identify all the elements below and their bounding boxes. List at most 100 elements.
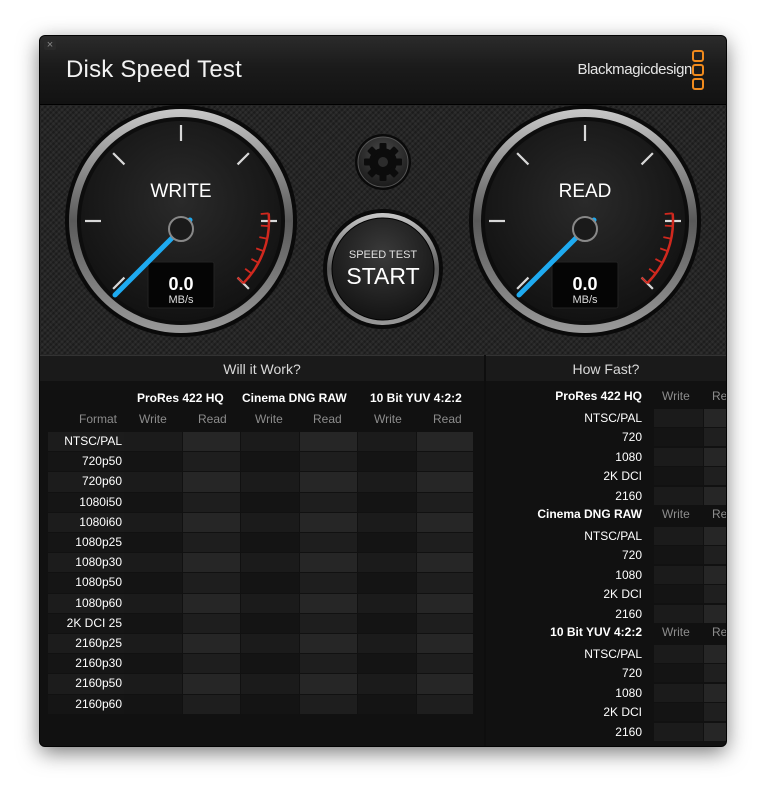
yuv-read-label: Read <box>433 412 462 426</box>
result-cell <box>183 553 240 573</box>
how-fast-cell <box>654 604 703 623</box>
result-cell <box>124 654 182 674</box>
format-row-label: 1080p25 <box>48 533 124 553</box>
dng-write-label: Write <box>255 412 283 426</box>
result-cell <box>183 613 240 633</box>
result-cell <box>241 674 299 694</box>
format-row-label: 1080p30 <box>48 553 124 573</box>
how-fast-cell <box>704 585 726 604</box>
result-cell <box>358 512 416 532</box>
how-fast-read-label: Read <box>712 507 726 521</box>
how-fast-cell <box>704 604 726 623</box>
format-row-label: 2160p25 <box>48 634 124 654</box>
result-cell <box>358 472 416 492</box>
how-fast-row-label: NTSC/PAL <box>584 647 642 661</box>
result-cell <box>183 593 240 613</box>
result-cell <box>183 674 240 694</box>
format-row-label: 2K DCI 25 <box>48 613 124 633</box>
how-fast-panel: ProRes 422 HQ Write Read NTSC/PAL 720 1080 2K … <box>486 381 726 746</box>
result-cell <box>300 533 357 553</box>
how-fast-row-label: 1080 <box>615 449 642 464</box>
result-cell <box>358 452 416 472</box>
result-cell <box>417 452 473 472</box>
how-fast-cell <box>704 546 726 565</box>
how-fast-cell <box>654 585 703 604</box>
result-cell <box>358 634 416 654</box>
how-fast-read-label: Read <box>712 389 726 403</box>
result-cell <box>241 613 299 633</box>
how-fast-codec-header: ProRes 422 HQ <box>555 389 642 403</box>
how-fast-cell <box>704 486 726 505</box>
how-fast-header: How Fast? <box>486 355 726 382</box>
start-button[interactable]: SPEED TEST START <box>323 209 443 329</box>
how-fast-row-label: 2160 <box>615 488 642 503</box>
how-fast-row-label: 2K DCI <box>603 469 642 484</box>
how-fast-row-label: 720 <box>621 430 642 445</box>
result-cell <box>358 593 416 613</box>
brand-name: Blackmagicdesign <box>577 61 693 78</box>
result-cell <box>300 573 357 593</box>
codec-10bit-yuv-header: 10 Bit YUV 4:2:2 <box>370 391 462 405</box>
result-cell <box>124 634 182 654</box>
result-cell <box>183 512 240 532</box>
how-fast-cell <box>704 565 726 584</box>
result-cell <box>358 573 416 593</box>
read-speed-unit: MB/s <box>572 294 598 306</box>
format-row-label: 1080p60 <box>48 593 124 613</box>
write-speed-value: 0.0 <box>168 274 193 294</box>
gear-icon[interactable] <box>355 134 411 190</box>
result-cell <box>241 472 299 492</box>
how-fast-cell <box>704 664 726 683</box>
app-title: Disk Speed Test <box>66 56 242 83</box>
result-cell <box>241 553 299 573</box>
title-bar: × Disk Speed Test Blackmagicdesign <box>40 36 726 105</box>
result-cell <box>124 553 182 573</box>
result-cell <box>417 654 473 674</box>
how-fast-row-label: 1080 <box>615 567 642 582</box>
dng-read-label: Read <box>313 412 342 426</box>
how-fast-write-label: Write <box>662 625 690 639</box>
format-column-label: Format <box>79 412 118 426</box>
result-cell <box>183 533 240 553</box>
how-fast-cell <box>704 703 726 722</box>
gauge-area: WRITE 0.0 MB/s READ 0.0 MB/s SPEED TEST … <box>40 105 726 355</box>
result-cell <box>358 553 416 573</box>
result-cell <box>417 553 473 573</box>
format-row-label: 2160p50 <box>48 674 124 694</box>
result-cell <box>417 533 473 553</box>
result-cell <box>124 512 182 532</box>
how-fast-codec-header: Cinema DNG RAW <box>537 507 642 521</box>
how-fast-cell <box>654 683 703 702</box>
result-cell <box>241 694 299 714</box>
result-cell <box>417 472 473 492</box>
result-cell <box>417 432 473 452</box>
format-row-label: 720p60 <box>48 472 124 492</box>
result-cell <box>241 593 299 613</box>
format-row-label: 2160p60 <box>48 694 124 714</box>
result-cell <box>183 452 240 472</box>
result-cell <box>417 694 473 714</box>
result-cell <box>417 492 473 512</box>
how-fast-cell <box>704 683 726 702</box>
prores-read-label: Read <box>198 412 227 426</box>
result-cell <box>241 492 299 512</box>
how-fast-cell <box>654 546 703 565</box>
how-fast-cell <box>654 447 703 466</box>
how-fast-codec-header: 10 Bit YUV 4:2:2 <box>550 625 642 639</box>
format-row-label: 1080i60 <box>48 512 124 532</box>
format-row-label: 1080i50 <box>48 492 124 512</box>
format-row-label: NTSC/PAL <box>48 432 124 452</box>
how-fast-cell <box>704 447 726 466</box>
write-speed-unit: MB/s <box>168 294 194 306</box>
close-icon[interactable]: × <box>44 40 56 51</box>
read-gauge-label: READ <box>559 181 612 202</box>
result-cell <box>300 613 357 633</box>
will-it-work-header: Will it Work? <box>40 355 484 382</box>
result-cell <box>300 512 357 532</box>
codec-cinema-dng-header: Cinema DNG RAW <box>242 391 347 405</box>
how-fast-write-label: Write <box>662 507 690 521</box>
how-fast-row-label: NTSC/PAL <box>584 411 642 425</box>
how-fast-row-label: 720 <box>621 548 642 563</box>
result-cell <box>241 512 299 532</box>
result-cell <box>300 472 357 492</box>
